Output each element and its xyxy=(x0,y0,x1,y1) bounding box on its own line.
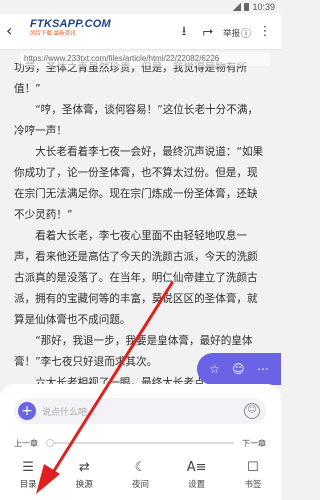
top-toolbar: ‹ FTKSAPP.COM 风铃下载 最新资讯 ⭳ ⮣ 举报 ⓘ ⋮ xyxy=(0,14,281,50)
add-icon[interactable]: + xyxy=(18,402,36,420)
source-url: https://www.233txt.com/files/article/htm… xyxy=(20,52,270,66)
more-dots-icon[interactable]: ⋯ xyxy=(257,362,269,376)
status-bar: 10:39 xyxy=(0,0,281,14)
moon-icon: ☾ xyxy=(134,460,147,475)
warning-icon: ⓘ xyxy=(241,29,252,40)
chapter-progress-slider[interactable] xyxy=(46,439,234,447)
bookmark-icon: ☐ xyxy=(247,460,259,475)
prev-chapter-button[interactable]: 上一章 xyxy=(14,438,38,449)
nav-switch-source-button[interactable]: ⇄ 换源 xyxy=(62,458,106,500)
swap-icon: ⇄ xyxy=(78,460,90,475)
report-label: 举报 xyxy=(223,28,241,39)
paragraph: 看着大长老，李七夜心里面不由轻轻地叹息一声，看来他还是高估了今天的洗颜古派，今天… xyxy=(14,230,258,326)
more-icon[interactable]: ⋮ xyxy=(257,24,273,40)
site-logo: FTKSAPP.COM 风铃下载 最新资讯 xyxy=(30,18,111,37)
font-settings-icon: A≡ xyxy=(186,460,207,475)
back-arrow-icon[interactable]: ‹ xyxy=(6,22,24,40)
comment-placeholder: 说点什么吧... xyxy=(42,407,96,418)
people-icon[interactable]: ☺ xyxy=(232,362,245,376)
status-icons: 10:39 xyxy=(233,2,275,12)
share-icon[interactable]: ⮣ xyxy=(200,24,216,40)
paragraph: 大长老看着李七夜一会好，最终沉声说道：“如果你成功了，论一份圣体膏，也不算太过份… xyxy=(14,146,264,221)
nav-bookmark-button[interactable]: ☐ 书签 xyxy=(231,458,275,500)
nav-settings-button[interactable]: A≡ 设置 xyxy=(175,458,219,500)
chapter-navigation: 上一章 下一章 xyxy=(14,437,266,449)
status-time: 10:39 xyxy=(252,2,275,12)
star-icon[interactable]: ☆ xyxy=(209,362,220,376)
comment-input[interactable]: + 说点什么吧... ☺ xyxy=(14,398,266,424)
next-chapter-button[interactable]: 下一章 xyxy=(242,438,266,449)
download-icon[interactable]: ⭳ xyxy=(176,24,192,40)
signal-icon xyxy=(233,3,242,11)
report-button[interactable]: 举报 ⓘ xyxy=(223,25,252,41)
emoji-icon[interactable]: ☺ xyxy=(244,403,260,419)
list-icon: ☰ xyxy=(22,460,34,475)
floating-action-bar: ☆ ☺ ⋯ xyxy=(197,353,281,385)
nav-night-mode-button[interactable]: ☾ 夜间 xyxy=(118,458,162,500)
bottom-nav: ☰ 目录 ⇄ 换源 ☾ 夜间 A≡ 设置 ☐ 书签 xyxy=(0,458,281,500)
paragraph: “哼，圣体膏，谈何容易！”这位长老十分不满，冷哼一声！ xyxy=(14,104,259,137)
nav-catalog-button[interactable]: ☰ 目录 xyxy=(6,458,50,500)
slider-knob[interactable] xyxy=(46,439,54,447)
battery-icon xyxy=(244,3,250,11)
